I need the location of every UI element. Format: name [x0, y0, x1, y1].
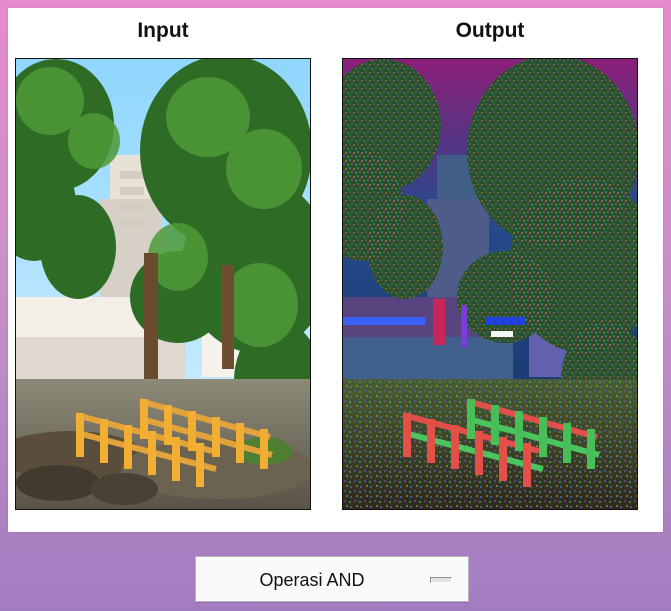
- output-image-svg: [343, 59, 637, 509]
- output-image: [342, 58, 638, 510]
- output-title: Output: [455, 19, 525, 42]
- operation-dropdown-label: Operasi AND: [259, 570, 365, 590]
- operation-dropdown[interactable]: Operasi AND: [195, 556, 469, 602]
- input-image: [15, 58, 311, 510]
- input-title: Input: [137, 19, 189, 42]
- dropdown-indicator-icon: [430, 577, 452, 583]
- input-image-svg: [16, 59, 310, 509]
